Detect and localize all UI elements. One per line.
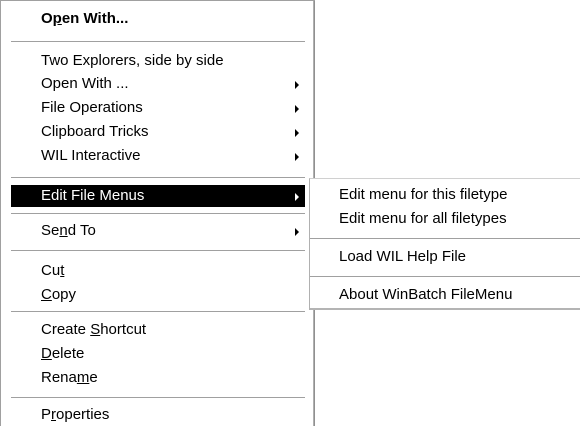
menu-item-label: Open With... — [41, 10, 129, 27]
menu-item-open-with-default[interactable]: Open With... — [11, 8, 305, 30]
menu-separator — [11, 311, 305, 313]
menu-item-cut[interactable]: Cut — [11, 260, 305, 282]
submenu-arrow-icon — [295, 228, 299, 236]
menu-separator — [310, 238, 580, 240]
submenu-item-edit-menu-this-filetype[interactable]: Edit menu for this filetype — [310, 183, 580, 207]
menu-item-label: Cut — [41, 262, 65, 279]
submenu-arrow-icon — [295, 153, 299, 161]
submenu-item-about-winbatch[interactable]: About WinBatch FileMenu — [310, 283, 580, 307]
menu-item-properties[interactable]: Properties — [11, 404, 305, 426]
menu-item-file-operations[interactable]: File Operations — [11, 97, 305, 119]
menu-item-label: Edit menu for this filetype — [339, 186, 508, 203]
menu-item-send-to[interactable]: Send To — [11, 220, 305, 242]
menu-item-label: Open With ... — [41, 75, 129, 92]
menu-item-label: Rename — [41, 369, 98, 386]
menu-item-label: Edit File Menus — [41, 187, 145, 204]
menu-item-label: Clipboard Tricks — [41, 123, 149, 140]
menu-separator — [11, 41, 305, 43]
menu-item-label: Copy — [41, 286, 77, 303]
menu-item-label: Send To — [41, 222, 96, 239]
menu-item-label: Load WIL Help File — [339, 248, 467, 265]
menu-item-delete[interactable]: Delete — [11, 343, 305, 365]
menu-separator — [11, 250, 305, 252]
menu-separator — [11, 397, 305, 399]
menu-item-label: About WinBatch FileMenu — [339, 286, 513, 303]
submenu-item-edit-menu-all-filetypes[interactable]: Edit menu for all filetypes — [310, 207, 580, 231]
menu-item-clipboard-tricks[interactable]: Clipboard Tricks — [11, 121, 305, 143]
menu-item-label: Create Shortcut — [41, 321, 147, 338]
menu-item-copy[interactable]: Copy — [11, 284, 305, 306]
menu-item-two-explorers[interactable]: Two Explorers, side by side — [11, 50, 305, 72]
menu-item-wil-interactive[interactable]: WIL Interactive — [11, 145, 305, 167]
menu-separator — [11, 177, 305, 179]
menu-item-rename[interactable]: Rename — [11, 367, 305, 389]
menu-separator — [11, 213, 305, 215]
menu-item-label: Delete — [41, 345, 85, 362]
menu-item-create-shortcut[interactable]: Create Shortcut — [11, 319, 305, 341]
menu-item-open-with-submenu[interactable]: Open With ... — [11, 73, 305, 95]
menu-item-label: File Operations — [41, 99, 143, 116]
submenu-arrow-icon — [295, 129, 299, 137]
menu-item-label: Edit menu for all filetypes — [339, 210, 507, 227]
menu-item-edit-file-menus[interactable]: Edit File Menus — [11, 185, 305, 207]
menu-item-label: Properties — [41, 406, 110, 423]
submenu-arrow-icon — [295, 105, 299, 113]
context-menu: Open With... Two Explorers, side by side… — [0, 0, 315, 426]
submenu-arrow-icon — [295, 81, 299, 89]
menu-item-label: WIL Interactive — [41, 147, 141, 164]
edit-file-menus-submenu: Edit menu for this filetype Edit menu fo… — [309, 178, 580, 310]
menu-separator — [310, 276, 580, 278]
submenu-arrow-icon — [295, 193, 299, 201]
menu-item-label: Two Explorers, side by side — [41, 52, 224, 69]
submenu-item-load-wil-help[interactable]: Load WIL Help File — [310, 245, 580, 269]
